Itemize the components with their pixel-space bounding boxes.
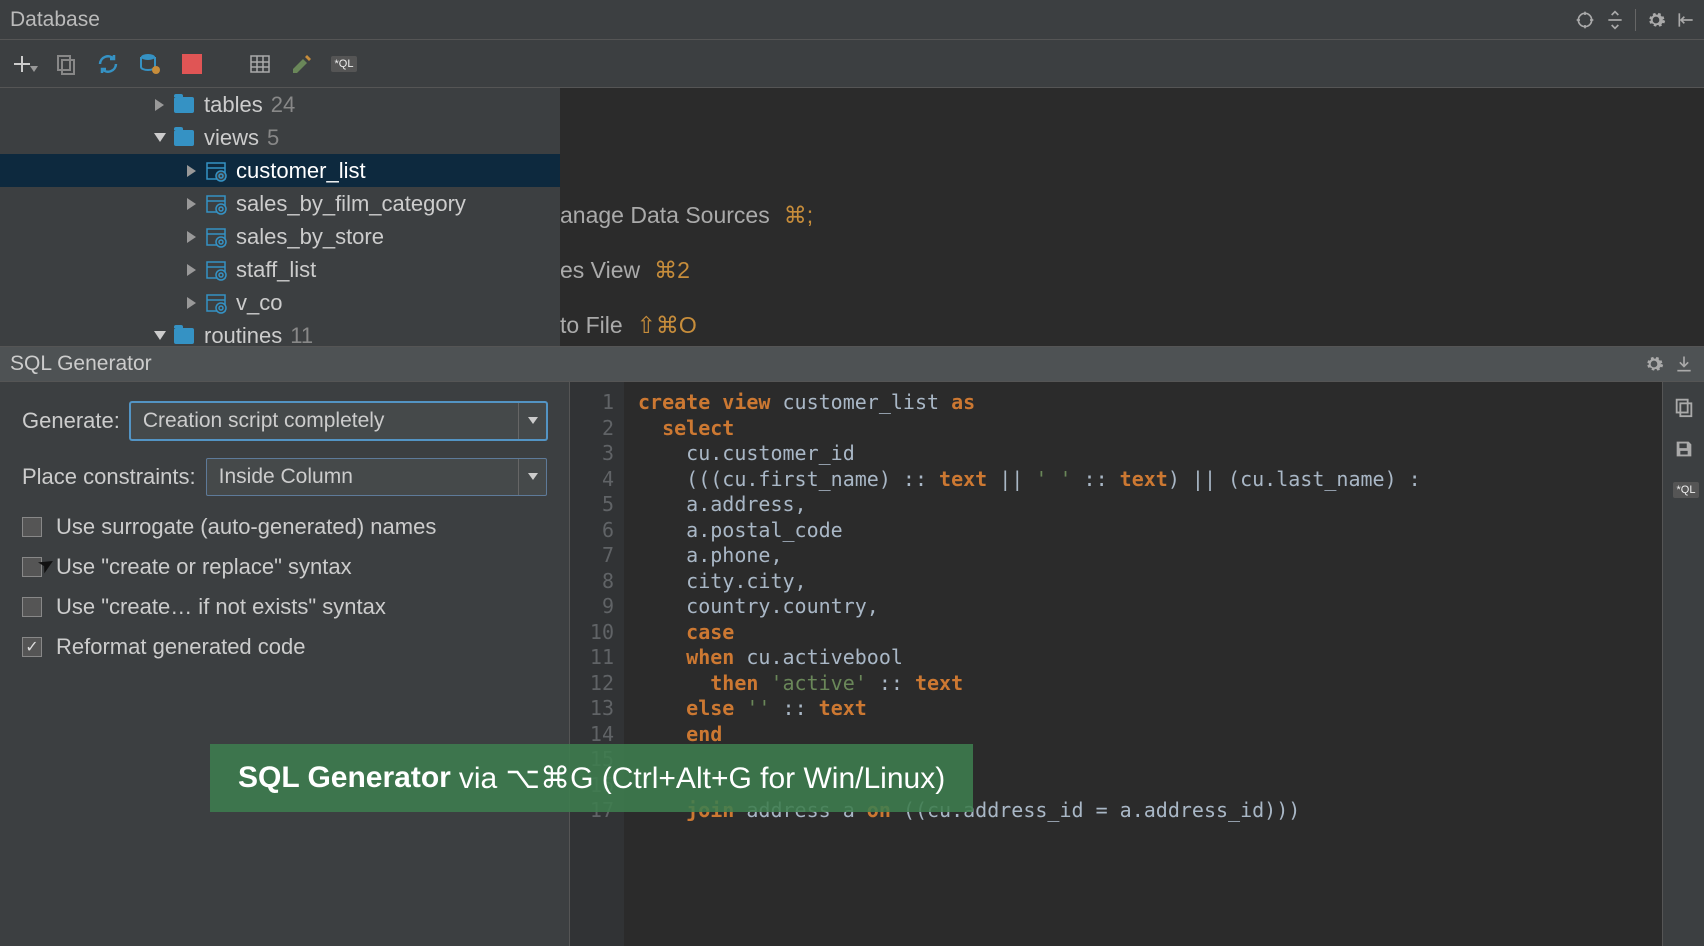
- table-icon[interactable]: [246, 50, 274, 78]
- ql-icon[interactable]: *QL: [1673, 480, 1695, 502]
- gear-icon[interactable]: [1646, 10, 1666, 30]
- tree-item-count: 24: [271, 92, 295, 118]
- sql-generator-body: Generate: Creation script completely Pla…: [0, 382, 1704, 946]
- add-icon[interactable]: [10, 50, 38, 78]
- save-icon[interactable]: [1673, 438, 1695, 460]
- sql-generator-options: Generate: Creation script completely Pla…: [0, 382, 570, 946]
- edit-icon[interactable]: [288, 50, 316, 78]
- tree-item-count: 11: [290, 323, 313, 347]
- tree-item-count: 5: [267, 125, 279, 151]
- chevron-down-icon: [518, 459, 546, 495]
- keyboard-shortcut: ⌘;: [784, 202, 813, 229]
- view-icon: [204, 194, 228, 214]
- chevron-down-icon: [518, 403, 546, 439]
- view-icon: [204, 161, 228, 181]
- panel-title: Database: [8, 8, 1575, 32]
- add-target-icon[interactable]: [1575, 10, 1595, 30]
- sql-generator-title: SQL Generator: [10, 352, 1644, 376]
- sql-generator-header: SQL Generator: [0, 346, 1704, 382]
- constraints-select[interactable]: Inside Column: [206, 458, 547, 496]
- surrogate-names-checkbox[interactable]: Use surrogate (auto-generated) names: [22, 514, 547, 540]
- keyboard-shortcut: ⇧⌘O: [637, 312, 697, 339]
- hints-panel: anage Data Sources⌘; es View⌘2 to File⇧⌘O: [560, 88, 1704, 346]
- generate-select[interactable]: Creation script completely: [130, 402, 547, 440]
- copy-icon[interactable]: [1673, 396, 1695, 418]
- view-icon: [204, 293, 228, 313]
- create-or-replace-checkbox[interactable]: Use "create or replace" syntax: [22, 554, 547, 580]
- banner-text: via ⌥⌘G (Ctrl+Alt+G for Win/Linux): [459, 761, 945, 796]
- stop-icon[interactable]: [178, 50, 206, 78]
- reformat-code-checkbox[interactable]: Reformat generated code: [22, 634, 547, 660]
- gear-icon[interactable]: [1644, 354, 1664, 374]
- editor-side-toolbar: *QL: [1662, 382, 1704, 946]
- tree-item-label: sales_by_film_category: [236, 191, 466, 217]
- tree-item-label: v_co: [236, 290, 282, 316]
- tip-banner: SQL Generator via ⌥⌘G (Ctrl+Alt+G for Wi…: [210, 744, 973, 812]
- export-icon[interactable]: [1674, 354, 1694, 374]
- hide-icon[interactable]: [1676, 10, 1696, 30]
- hint-row: to File⇧⌘O: [560, 312, 1704, 339]
- folder-icon: [172, 95, 196, 115]
- refresh-icon[interactable]: [94, 50, 122, 78]
- tree-item-label: customer_list: [236, 158, 366, 184]
- banner-bold: SQL Generator: [238, 761, 451, 795]
- datasource-icon[interactable]: [136, 50, 164, 78]
- sql-preview: 1234567891011121314151617 create view cu…: [570, 382, 1704, 946]
- chevron-right-icon[interactable]: [184, 264, 200, 276]
- tree-item-label: sales_by_store: [236, 224, 384, 250]
- collapse-icon[interactable]: [1605, 10, 1625, 30]
- database-panel-header: Database: [0, 0, 1704, 40]
- database-toolbar: *QL: [0, 40, 1704, 88]
- chevron-down-icon[interactable]: [152, 331, 168, 341]
- chevron-right-icon[interactable]: [184, 297, 200, 309]
- duplicate-icon[interactable]: [52, 50, 80, 78]
- view-icon: [204, 227, 228, 247]
- editor-code[interactable]: create view customer_list as select cu.c…: [624, 382, 1662, 946]
- tree-item-label: tables: [204, 92, 263, 118]
- keyboard-shortcut: ⌘2: [654, 257, 690, 284]
- tree-item-label: views: [204, 125, 259, 151]
- view-icon: [204, 260, 228, 280]
- tree-item-label: staff_list: [236, 257, 316, 283]
- ql-icon[interactable]: *QL: [330, 50, 358, 78]
- chevron-down-icon[interactable]: [152, 133, 168, 143]
- hint-row: es View⌘2: [560, 257, 1704, 284]
- chevron-right-icon[interactable]: [184, 165, 200, 177]
- folder-icon: [172, 326, 196, 346]
- constraints-select-value: Inside Column: [219, 465, 353, 489]
- chevron-right-icon[interactable]: [184, 198, 200, 210]
- generate-select-value: Creation script completely: [143, 409, 385, 433]
- hint-row: anage Data Sources⌘;: [560, 202, 1704, 229]
- tree-item-label: routines: [204, 323, 282, 347]
- if-not-exists-checkbox[interactable]: Use "create… if not exists" syntax: [22, 594, 547, 620]
- chevron-right-icon[interactable]: [184, 231, 200, 243]
- folder-icon: [172, 128, 196, 148]
- chevron-right-icon[interactable]: [152, 99, 168, 111]
- editor-gutter: 1234567891011121314151617: [570, 382, 624, 946]
- constraints-label: Place constraints:: [22, 464, 196, 490]
- generate-label: Generate:: [22, 408, 120, 434]
